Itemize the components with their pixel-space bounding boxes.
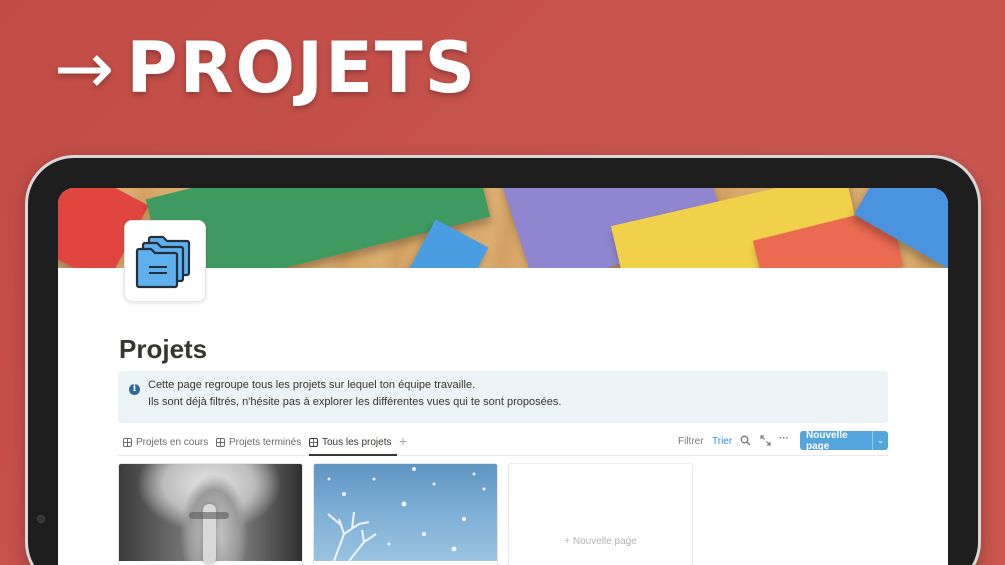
banner-title: → PROJETS bbox=[54, 28, 477, 108]
page-icon[interactable] bbox=[124, 220, 206, 302]
table-icon bbox=[309, 438, 318, 447]
plus-icon: + bbox=[564, 536, 571, 547]
page-title[interactable]: Projets bbox=[119, 334, 207, 365]
person-finger-on-lips-photo bbox=[119, 464, 302, 564]
folders-icon bbox=[135, 235, 191, 289]
table-icon bbox=[123, 438, 132, 447]
database-view-bar: Projets en cours Projets terminés Tous l… bbox=[118, 429, 888, 456]
right-arrow-icon: → bbox=[54, 26, 117, 110]
info-callout[interactable]: i Cette page regroupe tous les projets s… bbox=[118, 371, 888, 423]
add-view-button[interactable]: + bbox=[399, 433, 407, 449]
gallery-card[interactable] bbox=[118, 463, 303, 565]
gallery-card[interactable] bbox=[313, 463, 498, 565]
tab-label: Projets terminés bbox=[229, 437, 302, 448]
expand-icon bbox=[760, 435, 771, 446]
expand-button[interactable] bbox=[760, 435, 771, 449]
tab-label: Projets en cours bbox=[136, 437, 209, 448]
new-page-card-label: + Nouvelle page bbox=[564, 536, 637, 547]
new-page-button[interactable]: Nouvelle page ⌄ bbox=[800, 429, 888, 452]
tab-label: Tous les projets bbox=[322, 437, 392, 448]
search-button[interactable] bbox=[740, 435, 751, 449]
new-page-label: Nouvelle page bbox=[806, 429, 848, 452]
callout-line-2: Ils sont déjà filtrés, n'hésite pas à ex… bbox=[148, 396, 562, 408]
more-options-button[interactable]: ··· bbox=[779, 433, 789, 444]
snowy-tree-blue-sky-photo bbox=[314, 464, 497, 561]
tab-tous-les-projets[interactable]: Tous les projets bbox=[309, 434, 398, 456]
info-icon: i bbox=[129, 384, 140, 395]
tab-projets-en-cours[interactable]: Projets en cours bbox=[123, 434, 208, 456]
new-page-card[interactable]: + Nouvelle page bbox=[508, 463, 693, 565]
search-icon bbox=[740, 435, 751, 446]
tablet-camera bbox=[37, 515, 45, 523]
notion-page: Projets i Cette page regroupe tous les p… bbox=[58, 188, 948, 565]
table-icon bbox=[216, 438, 225, 447]
sort-button[interactable]: Trier bbox=[712, 436, 732, 447]
filter-button[interactable]: Filtrer bbox=[678, 436, 704, 447]
chevron-down-icon[interactable]: ⌄ bbox=[872, 431, 888, 450]
banner-title-text: PROJETS bbox=[126, 27, 478, 109]
callout-line-1: Cette page regroupe tous les projets sur… bbox=[148, 379, 476, 391]
tab-projets-termines[interactable]: Projets terminés bbox=[216, 434, 301, 456]
